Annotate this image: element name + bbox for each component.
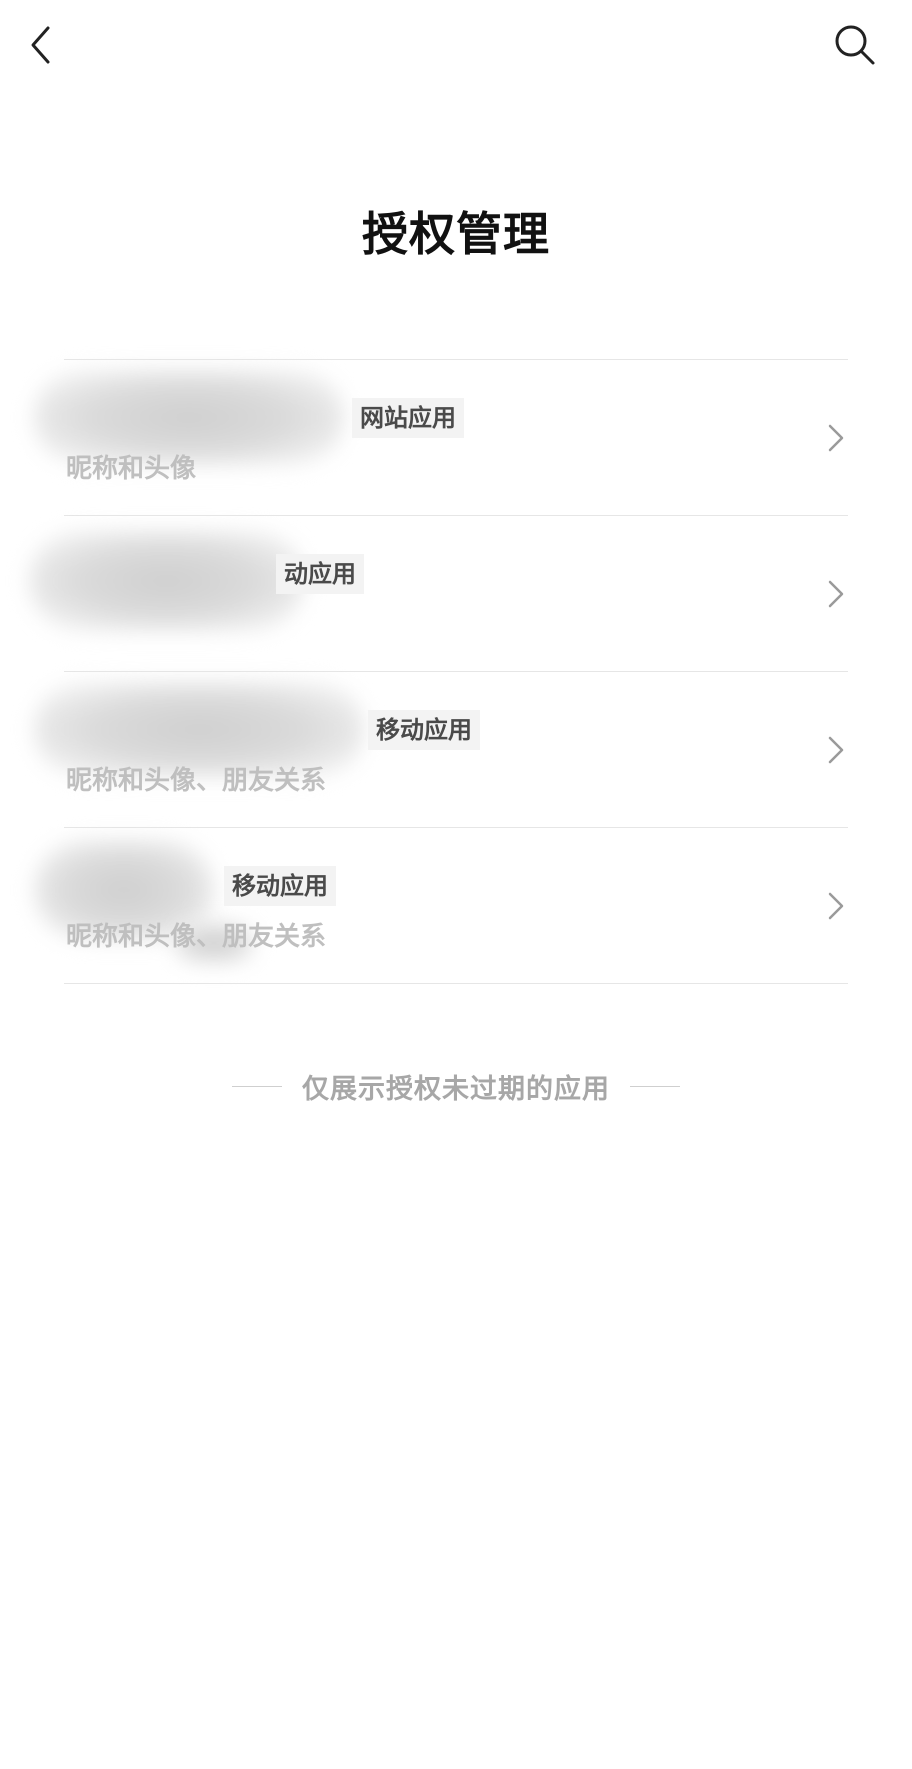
page-title: 授权管理 [362,207,550,261]
redacted-app-name [29,531,304,631]
footer-note: 仅展示授权未过期的应用 [0,1067,912,1106]
search-button[interactable] [832,22,878,68]
app-scope: 昵称和头像、朋友关系 [66,766,327,796]
chevron-right-icon [828,424,844,452]
app-list-item[interactable]: 移动应用 昵称和头像、朋友关系 [34,828,848,984]
app-type-tag: 网站应用 [352,398,464,438]
app-scope: 昵称和头像 [66,454,197,484]
divider-line-left [232,1086,282,1087]
app-type-tag: 移动应用 [224,866,336,906]
app-type-tag: 动应用 [276,554,364,594]
footer-note-text: 仅展示授权未过期的应用 [302,1074,610,1105]
back-button[interactable] [24,22,64,68]
chevron-left-icon [31,26,50,64]
top-bar [0,0,912,90]
app-type-tag: 移动应用 [368,710,480,750]
divider-line-right [630,1086,680,1087]
chevron-right-icon [828,736,844,764]
search-icon [835,25,875,65]
authorized-app-list: 网站应用 昵称和头像 动应用 移动应用 昵称和头像、朋友关系 移动应用 昵称和头… [29,359,848,984]
app-list-item[interactable]: 动应用 [29,516,848,672]
app-list-item[interactable]: 网站应用 昵称和头像 [34,360,848,516]
chevron-right-icon [828,580,844,608]
app-list-item[interactable]: 移动应用 昵称和头像、朋友关系 [34,672,848,828]
app-scope: 昵称和头像、朋友关系 [66,922,327,952]
chevron-right-icon [828,892,844,920]
